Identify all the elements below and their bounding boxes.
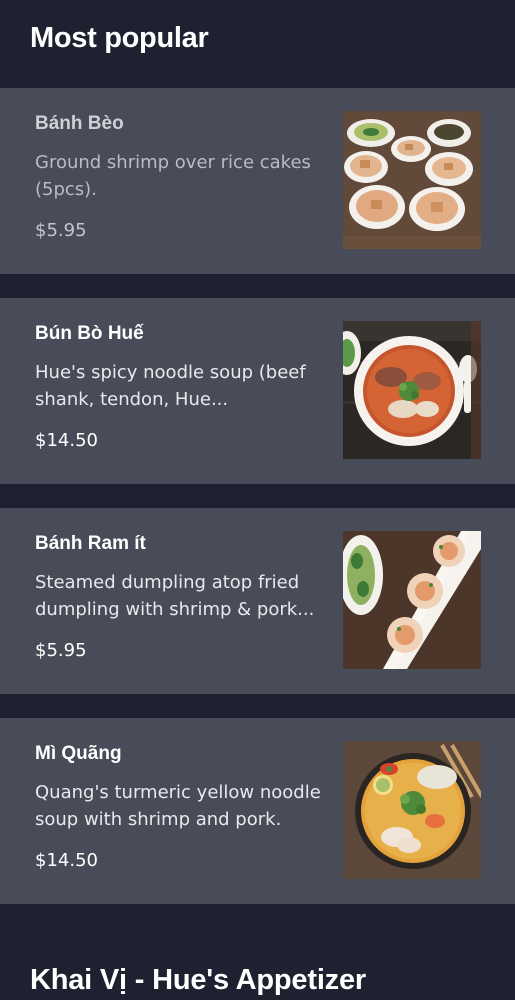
item-description: Ground shrimp over rice cakes (5pcs). <box>35 152 311 200</box>
item-description: Hue's spicy noodle soup (beef shank, ten… <box>35 362 306 410</box>
menu-item-banh-beo[interactable]: Bánh Bèo Ground shrimp over rice cakes (… <box>0 88 515 274</box>
turmeric-noodle-photo[interactable] <box>343 741 481 879</box>
item-price: $5.95 <box>35 640 87 661</box>
item-price: $14.50 <box>35 850 98 871</box>
item-price: $5.95 <box>35 220 87 241</box>
menu-item-banh-ram-it[interactable]: Bánh Ram ít Steamed dumpling atop fried … <box>0 508 515 694</box>
section-most-popular: Most popular Bánh Bèo Ground shrimp over… <box>0 0 515 904</box>
section-title: Khai Vị - Hue's Appetizer <box>30 964 366 996</box>
dumplings-photo[interactable] <box>343 531 481 669</box>
menu-item-bun-bo-hue[interactable]: Bún Bò Huế Hue's spicy noodle soup (beef… <box>0 298 515 484</box>
item-name: Mì Quãng <box>35 743 122 764</box>
item-description: Quang's turmeric yellow noodle soup with… <box>35 782 321 830</box>
menu-item-mi-quang[interactable]: Mì Quãng Quang's turmeric yellow noodle … <box>0 718 515 904</box>
section-header: Most popular <box>0 0 515 88</box>
item-name: Bánh Bèo <box>35 113 124 134</box>
noodle-soup-photo[interactable] <box>343 321 481 459</box>
section-header-appetizer: Khai Vị - Hue's Appetizer <box>30 962 366 998</box>
item-description: Steamed dumpling atop fried dumpling wit… <box>35 572 315 620</box>
rice-cakes-photo[interactable] <box>343 111 481 249</box>
item-price: $14.50 <box>35 430 98 451</box>
menu-item-list: Bánh Bèo Ground shrimp over rice cakes (… <box>0 88 515 904</box>
section-title: Most popular <box>30 22 209 54</box>
item-name: Bánh Ram ít <box>35 533 146 554</box>
item-name: Bún Bò Huế <box>35 323 144 344</box>
